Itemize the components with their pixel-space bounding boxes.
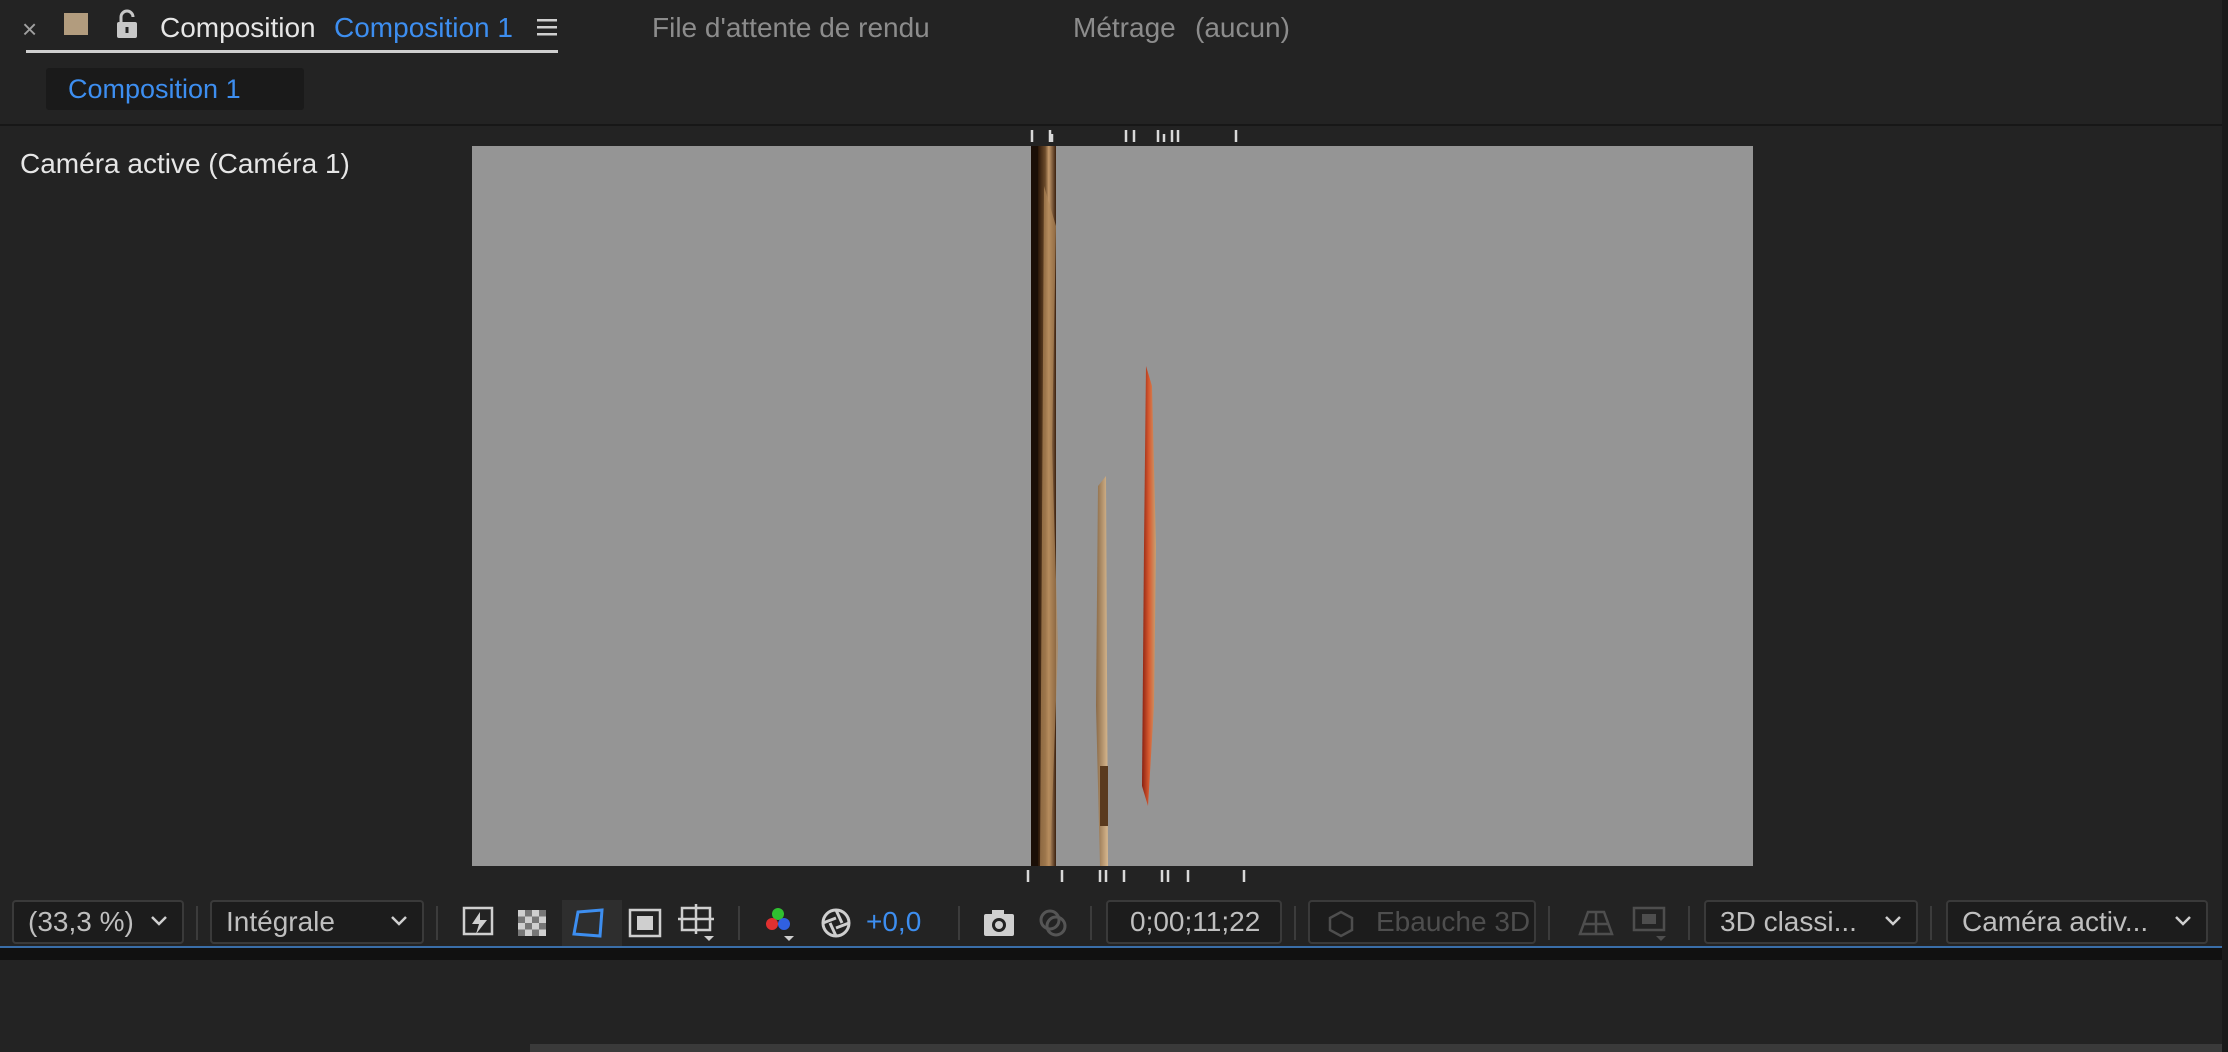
- ground-plane-icon: [1578, 910, 1614, 936]
- footage-value: (aucun): [1195, 12, 1290, 43]
- 3d-view-value: Caméra activ...: [1962, 906, 2149, 937]
- tab-footage[interactable]: Métrage: [1073, 0, 1176, 56]
- composition-color-swatch: [64, 13, 88, 35]
- resolution-dropdown[interactable]: Intégrale: [210, 900, 424, 944]
- composition-canvas[interactable]: [472, 146, 1753, 866]
- composition-panel-label[interactable]: Composition: [160, 0, 316, 56]
- zoom-dropdown[interactable]: (33,3 %): [12, 900, 184, 944]
- timeline-panel: [0, 960, 2222, 1052]
- toolbar-divider: [1548, 906, 1550, 940]
- grid-guides-icon[interactable]: [678, 904, 718, 942]
- chevron-down-icon: [1885, 916, 1901, 926]
- resolution-value: Intégrale: [226, 906, 335, 937]
- toolbar-divider: [1930, 906, 1932, 940]
- draft-3d-label: Ebauche 3D: [1376, 906, 1531, 937]
- extended-viewer-icon: [1632, 906, 1666, 941]
- lock-icon[interactable]: [112, 8, 142, 42]
- tab-render-queue[interactable]: File d'attente de rendu: [652, 0, 930, 56]
- composition-subtab[interactable]: Composition 1: [46, 68, 304, 110]
- region-of-interest-icon[interactable]: [626, 904, 666, 942]
- exposure-value[interactable]: +0,0: [866, 900, 921, 944]
- reset-exposure-icon[interactable]: [816, 904, 856, 942]
- rendered-layers: [1031, 146, 1156, 866]
- canvas-top-tick-marks: [1030, 130, 1238, 142]
- mask-path-icon: [572, 908, 604, 938]
- chevron-down-icon: [151, 916, 167, 926]
- panel-menu-icon[interactable]: [535, 14, 559, 40]
- toolbar-divider: [1090, 906, 1092, 940]
- zoom-value: (33,3 %): [28, 906, 134, 937]
- camera-snapshot-icon[interactable]: [980, 904, 1020, 942]
- timecode-value: 0;00;11;22: [1130, 906, 1261, 937]
- toolbar-divider: [196, 906, 198, 940]
- renderer-dropdown[interactable]: 3D classi...: [1704, 900, 1918, 944]
- draft-3d-toggle: Ebauche 3D: [1308, 900, 1536, 944]
- composition-subtab-label: Composition 1: [68, 74, 241, 104]
- active-camera-label: Caméra active (Caméra 1): [20, 148, 350, 179]
- panel-right-edge: [2222, 0, 2228, 1052]
- toolbar-divider: [436, 906, 438, 940]
- close-panel-icon[interactable]: ×: [22, 14, 37, 45]
- renderer-value: 3D classi...: [1720, 906, 1857, 937]
- toolbar-divider: [1688, 906, 1690, 940]
- toolbar-divider: [1294, 906, 1296, 940]
- draft-3d-icon: [1328, 910, 1354, 938]
- toolbar-divider: [958, 906, 960, 940]
- 3d-view-dropdown[interactable]: Caméra activ...: [1946, 900, 2208, 944]
- active-tab-indicator: [26, 50, 558, 53]
- composition-tab-name[interactable]: Composition 1: [334, 0, 513, 56]
- mask-visibility-button[interactable]: [562, 900, 622, 946]
- toolbar-divider: [738, 906, 740, 940]
- panel-divider: [0, 948, 2222, 960]
- current-time-field[interactable]: 0;00;11;22: [1106, 900, 1282, 944]
- timeline-navigator-bar[interactable]: [530, 1044, 2222, 1052]
- show-channel-icon[interactable]: [760, 904, 800, 942]
- fast-previews-icon[interactable]: [460, 904, 500, 942]
- chevron-down-icon: [391, 916, 407, 926]
- canvas-bottom-tick-marks: [1026, 870, 1246, 882]
- chevron-down-icon: [2175, 916, 2191, 926]
- transparency-grid-icon[interactable]: [514, 904, 554, 942]
- show-snapshot-icon: [1039, 909, 1067, 937]
